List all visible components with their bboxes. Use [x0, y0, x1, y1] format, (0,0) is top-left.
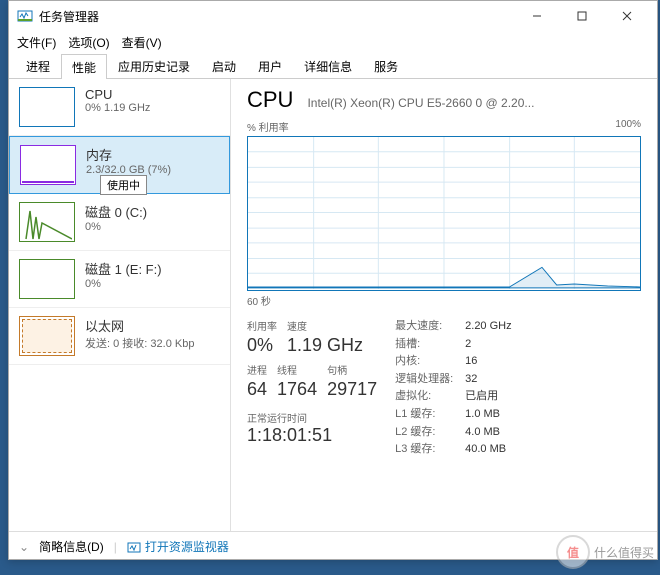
- resmon-icon: [127, 540, 141, 554]
- uptime-label: 正常运行时间: [247, 410, 377, 425]
- tab-performance[interactable]: 性能: [61, 54, 107, 79]
- lprocs-label: 逻辑处理器:: [395, 371, 465, 389]
- tab-users[interactable]: 用户: [247, 53, 293, 78]
- util-value: 0%: [247, 335, 277, 356]
- open-resmon-link[interactable]: 打开资源监视器: [127, 538, 229, 555]
- disk1-title: 磁盘 1 (E: F:): [85, 259, 220, 278]
- sockets-value: 2: [465, 336, 471, 354]
- l2-label: L2 缓存:: [395, 424, 465, 442]
- menu-view[interactable]: 查看(V): [122, 34, 162, 51]
- lprocs-value: 32: [465, 371, 477, 389]
- watermark: 值 什么值得买: [556, 535, 654, 569]
- menu-options[interactable]: 选项(O): [68, 34, 109, 51]
- maxspeed-label: 最大速度:: [395, 318, 465, 336]
- ethernet-thumb: [19, 316, 75, 356]
- proc-value: 64: [247, 379, 267, 400]
- proc-label: 进程: [247, 362, 267, 377]
- util-max-label: 100%: [615, 119, 641, 134]
- maxspeed-value: 2.20 GHz: [465, 318, 511, 336]
- cpu-chart[interactable]: [247, 136, 641, 291]
- tab-strip: 进程 性能 应用历史记录 启动 用户 详细信息 服务: [9, 53, 657, 79]
- titlebar[interactable]: 任务管理器: [9, 1, 657, 31]
- uptime-value: 1:18:01:51: [247, 425, 377, 446]
- chevron-down-icon[interactable]: ⌄: [19, 540, 29, 554]
- sidebar-item-cpu[interactable]: CPU 0% 1.19 GHz: [9, 79, 230, 136]
- l1-value: 1.0 MB: [465, 406, 500, 424]
- disk1-thumb: [19, 259, 75, 299]
- minimize-button[interactable]: [514, 1, 559, 31]
- speed-label: 速度: [287, 318, 363, 333]
- cpu-details: 最大速度:2.20 GHz 插槽:2 内核:16 逻辑处理器:32 虚拟化:已启…: [395, 318, 511, 459]
- l3-value: 40.0 MB: [465, 441, 506, 459]
- task-manager-window: 任务管理器 文件(F) 选项(O) 查看(V) 进程 性能 应用历史记录 启动 …: [8, 0, 658, 560]
- ethernet-sub: 发送: 0 接收: 32.0 Kbp: [85, 335, 220, 351]
- cpu-model: Intel(R) Xeon(R) CPU E5-2660 0 @ 2.20...: [307, 96, 534, 110]
- fewer-details-link[interactable]: 简略信息(D): [39, 538, 104, 555]
- tab-services[interactable]: 服务: [363, 53, 409, 78]
- watermark-text: 什么值得买: [594, 544, 654, 561]
- main-title: CPU: [247, 87, 293, 113]
- handles-value: 29717: [327, 379, 377, 400]
- perf-sidebar: CPU 0% 1.19 GHz 内存 2.3/32.0 GB (7%) 使用中 …: [9, 79, 231, 531]
- sidebar-item-disk0[interactable]: 磁盘 0 (C:) 0%: [9, 194, 230, 251]
- memory-thumb: [20, 145, 76, 185]
- main-panel: CPU Intel(R) Xeon(R) CPU E5-2660 0 @ 2.2…: [231, 79, 657, 531]
- sockets-label: 插槽:: [395, 336, 465, 354]
- disk1-sub: 0%: [85, 278, 220, 290]
- cpu-sub: 0% 1.19 GHz: [85, 102, 220, 114]
- cpu-thumb: [19, 87, 75, 127]
- threads-label: 线程: [277, 362, 317, 377]
- l1-label: L1 缓存:: [395, 406, 465, 424]
- tab-processes[interactable]: 进程: [15, 53, 61, 78]
- tab-details[interactable]: 详细信息: [293, 53, 363, 78]
- tab-startup[interactable]: 启动: [201, 53, 247, 78]
- disk0-thumb: [19, 202, 75, 242]
- close-button[interactable]: [604, 1, 649, 31]
- memory-tooltip: 使用中: [100, 175, 147, 195]
- sidebar-item-memory[interactable]: 内存 2.3/32.0 GB (7%) 使用中: [9, 136, 230, 194]
- sidebar-item-disk1[interactable]: 磁盘 1 (E: F:) 0%: [9, 251, 230, 308]
- ethernet-title: 以太网: [85, 316, 220, 335]
- virt-label: 虚拟化:: [395, 388, 465, 406]
- speed-value: 1.19 GHz: [287, 335, 363, 356]
- l3-label: L3 缓存:: [395, 441, 465, 459]
- window-title: 任务管理器: [39, 8, 514, 25]
- disk0-sub: 0%: [85, 221, 220, 233]
- virt-value: 已启用: [465, 388, 498, 406]
- tab-app-history[interactable]: 应用历史记录: [107, 53, 201, 78]
- cores-value: 16: [465, 353, 477, 371]
- memory-title: 内存: [86, 145, 219, 164]
- app-icon: [17, 8, 33, 24]
- util-axis-label: % 利用率: [247, 119, 289, 134]
- disk0-title: 磁盘 0 (C:): [85, 202, 220, 221]
- maximize-button[interactable]: [559, 1, 604, 31]
- sidebar-item-ethernet[interactable]: 以太网 发送: 0 接收: 32.0 Kbp: [9, 308, 230, 365]
- cpu-title: CPU: [85, 87, 220, 102]
- menu-file[interactable]: 文件(F): [17, 34, 56, 51]
- watermark-icon: 值: [556, 535, 590, 569]
- l2-value: 4.0 MB: [465, 424, 500, 442]
- handles-label: 句柄: [327, 362, 377, 377]
- menubar: 文件(F) 选项(O) 查看(V): [9, 31, 657, 53]
- util-label: 利用率: [247, 318, 277, 333]
- threads-value: 1764: [277, 379, 317, 400]
- chart-time-label: 60 秒: [247, 293, 641, 308]
- cores-label: 内核:: [395, 353, 465, 371]
